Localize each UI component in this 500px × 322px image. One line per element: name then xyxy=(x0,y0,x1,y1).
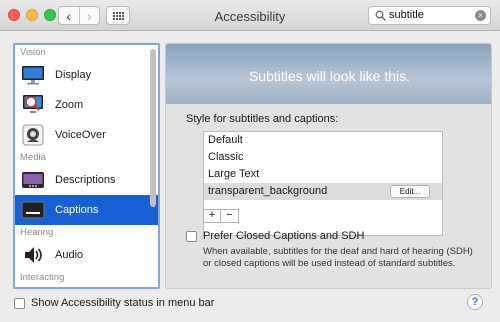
status-menu-bar-label: Show Accessibility status in menu bar xyxy=(31,297,215,309)
sidebar-item-descriptions[interactable]: Descriptions xyxy=(15,165,158,195)
add-remove-controls: + − xyxy=(203,209,239,223)
sidebar-scrollbar[interactable] xyxy=(150,49,156,207)
style-list: Default Classic Large Text transparent_b… xyxy=(203,131,443,236)
sidebar-item-label: Captions xyxy=(55,204,99,216)
preview-text: Subtitles will look like this. xyxy=(248,68,411,84)
sidebar-item-label: VoiceOver xyxy=(55,129,106,141)
sidebar-item-captions[interactable]: Captions xyxy=(15,195,158,225)
edit-button[interactable]: Edit... xyxy=(390,185,430,198)
search-input[interactable]: subtitle xyxy=(389,9,424,21)
audio-icon xyxy=(20,243,46,267)
sidebar: Vision Display Zoom VoiceOver Media Desc… xyxy=(13,43,160,289)
sidebar-section-interacting: Interacting xyxy=(20,272,65,283)
sidebar-item-label: Audio xyxy=(55,249,84,261)
search-field[interactable]: subtitle × xyxy=(368,6,491,25)
title-bar: ‹ › Accessibility subtitle × xyxy=(0,0,500,31)
zoom-icon xyxy=(20,93,46,117)
sidebar-section-hearing: Hearing xyxy=(20,227,54,238)
search-icon xyxy=(375,10,386,21)
captions-icon xyxy=(20,198,46,222)
captions-panel: Subtitles will look like this. Style for… xyxy=(165,43,492,289)
sidebar-item-label: Display xyxy=(55,69,92,81)
sidebar-item-display[interactable]: Display xyxy=(15,60,158,90)
clear-search-icon[interactable]: × xyxy=(475,10,486,21)
style-list-item[interactable]: Large Text xyxy=(204,166,442,183)
status-in-menu-bar-option[interactable]: Show Accessibility status in menu bar xyxy=(14,297,214,309)
style-item-label: transparent_background xyxy=(208,185,328,197)
add-style-button[interactable]: + xyxy=(203,209,221,223)
sidebar-item-voiceover[interactable]: VoiceOver xyxy=(15,120,158,150)
help-button[interactable]: ? xyxy=(467,294,483,310)
voiceover-icon xyxy=(20,123,46,147)
sidebar-item-zoom[interactable]: Zoom xyxy=(15,90,158,120)
sidebar-item-label: Zoom xyxy=(55,99,84,111)
status-menu-bar-checkbox[interactable] xyxy=(14,297,25,309)
display-icon xyxy=(20,63,46,87)
prefer-cc-option[interactable]: Prefer Closed Captions and SDH xyxy=(186,230,364,242)
descriptions-icon xyxy=(20,168,46,192)
prefer-cc-description: When available, subtitles for the deaf a… xyxy=(203,246,473,269)
sidebar-item-audio[interactable]: Audio xyxy=(15,240,158,270)
sidebar-section-media: Media xyxy=(20,152,46,163)
sidebar-section-vision: Vision xyxy=(20,47,46,58)
remove-style-button[interactable]: − xyxy=(221,209,239,223)
subtitle-preview: Subtitles will look like this. xyxy=(166,44,491,104)
prefer-cc-label: Prefer Closed Captions and SDH xyxy=(203,230,365,242)
style-label: Style for subtitles and captions: xyxy=(186,113,339,125)
sidebar-item-label: Descriptions xyxy=(55,174,116,186)
prefer-cc-checkbox[interactable] xyxy=(186,230,197,242)
style-list-item[interactable]: Default xyxy=(204,132,442,149)
style-list-item-selected[interactable]: transparent_background Edit... xyxy=(204,183,442,200)
style-list-item[interactable]: Classic xyxy=(204,149,442,166)
